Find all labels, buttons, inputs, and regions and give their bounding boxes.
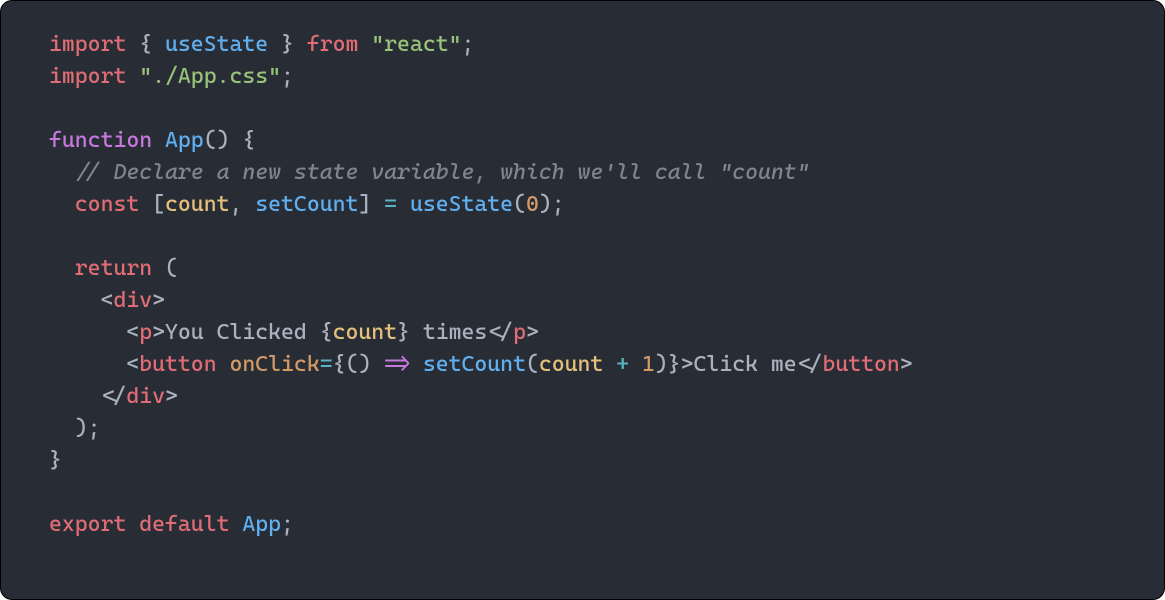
- code-line-5: // Declare a new state variable, which w…: [49, 157, 1116, 189]
- semicolon: ;: [462, 32, 475, 57]
- code-line-14: }: [49, 445, 1116, 477]
- brace-close: }: [49, 448, 62, 473]
- paren-open: (: [513, 192, 526, 217]
- ident-App: App: [165, 128, 204, 153]
- angle-open: <: [126, 320, 139, 345]
- angle-open-slash: </: [797, 352, 823, 377]
- code-line-12: </div>: [49, 381, 1116, 413]
- angle-open-slash: </: [101, 384, 127, 409]
- angle-close: >: [900, 352, 913, 377]
- equals: =: [384, 192, 397, 217]
- angle-close: >: [681, 352, 694, 377]
- brace-close: }: [281, 32, 294, 57]
- comma: ,: [229, 192, 242, 217]
- tag-p: p: [139, 320, 152, 345]
- angle-close: >: [526, 320, 539, 345]
- angle-close: >: [165, 384, 178, 409]
- keyword-from: from: [307, 32, 359, 57]
- parens-empty: (): [345, 352, 371, 377]
- ident-count: count: [333, 320, 397, 345]
- paren-close: ): [655, 352, 668, 377]
- number-0: 0: [526, 192, 539, 217]
- string-appcss: "./App.css": [139, 64, 281, 89]
- text-you-clicked: You Clicked: [165, 320, 320, 345]
- code-block[interactable]: import { useState } from "react";import …: [0, 0, 1165, 600]
- brace-close: }: [397, 320, 410, 345]
- keyword-import: import: [49, 64, 126, 89]
- keyword-import: import: [49, 32, 126, 57]
- semicolon: ;: [552, 192, 565, 217]
- code-line-2: import "./App.css";: [49, 61, 1116, 93]
- tag-div: div: [126, 384, 165, 409]
- semicolon: ;: [281, 512, 294, 537]
- ident-count: count: [165, 192, 229, 217]
- code-line-11: <button onClick={() => setCount(count + …: [49, 349, 1116, 381]
- tag-div: div: [113, 288, 152, 313]
- tag-button: button: [822, 352, 899, 377]
- code-line-16: export default App;: [49, 509, 1116, 541]
- paren-close-semi: );: [75, 416, 101, 441]
- code-line-3: [49, 93, 1116, 125]
- paren-close: ): [539, 192, 552, 217]
- parens: (): [204, 128, 230, 153]
- brace-open: {: [139, 32, 152, 57]
- keyword-const: const: [75, 192, 139, 217]
- paren-open: (: [526, 352, 539, 377]
- code-line-9: <div>: [49, 285, 1116, 317]
- code-line-4: function App() {: [49, 125, 1116, 157]
- text-times: times: [410, 320, 487, 345]
- number-1: 1: [642, 352, 655, 377]
- equals: =: [320, 352, 333, 377]
- brace-close: }: [668, 352, 681, 377]
- angle-open: <: [101, 288, 114, 313]
- angle-close: >: [152, 288, 165, 313]
- keyword-return: return: [75, 256, 152, 281]
- ident-App: App: [242, 512, 281, 537]
- text-click-me: Click me: [694, 352, 797, 377]
- string-react: "react": [371, 32, 461, 57]
- code-line-13: );: [49, 413, 1116, 445]
- brace-open: {: [229, 128, 255, 153]
- plus: +: [603, 352, 642, 377]
- attr-onclick: onClick: [229, 352, 319, 377]
- arrow: =>: [371, 352, 423, 377]
- tag-button: button: [139, 352, 216, 377]
- code-line-10: <p>You Clicked {count} times</p>: [49, 317, 1116, 349]
- tag-p: p: [513, 320, 526, 345]
- brace-open: {: [333, 352, 346, 377]
- semicolon: ;: [281, 64, 294, 89]
- angle-close: >: [152, 320, 165, 345]
- brace-open: {: [320, 320, 333, 345]
- code-line-6: const [count, setCount] = useState(0);: [49, 189, 1116, 221]
- bracket-open: [: [152, 192, 165, 217]
- keyword-default: default: [139, 512, 229, 537]
- space: [217, 352, 230, 377]
- angle-open-slash: </: [487, 320, 513, 345]
- ident-useState: useState: [165, 32, 268, 57]
- keyword-export: export: [49, 512, 126, 537]
- code-line-15: [49, 477, 1116, 509]
- keyword-function: function: [49, 128, 152, 153]
- code-line-7: [49, 221, 1116, 253]
- ident-setCount: setCount: [255, 192, 358, 217]
- paren-open: (: [152, 256, 178, 281]
- comment: // Declare a new state variable, which w…: [75, 160, 810, 185]
- bracket-close: ]: [358, 192, 371, 217]
- ident-useState: useState: [410, 192, 513, 217]
- ident-setCount: setCount: [423, 352, 526, 377]
- angle-open: <: [126, 352, 139, 377]
- code-line-1: import { useState } from "react";: [49, 29, 1116, 61]
- ident-count: count: [539, 352, 603, 377]
- code-line-8: return (: [49, 253, 1116, 285]
